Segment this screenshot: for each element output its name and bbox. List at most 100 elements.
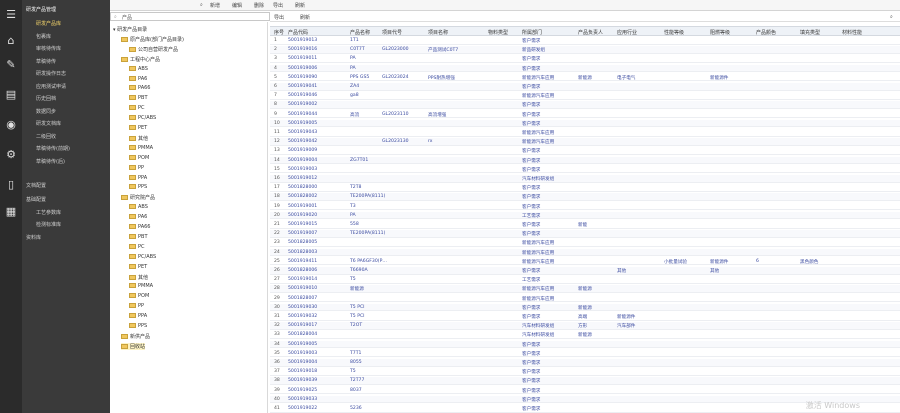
menu-icon[interactable]: ☰ [4,8,18,22]
tree-node[interactable]: POM [129,293,149,299]
column-header[interactable]: 序号 [274,29,284,36]
tree-node[interactable]: PMMA [129,144,153,151]
tree-node[interactable]: PA6 [129,75,147,82]
tree-node[interactable]: 工程中心产品 [121,56,160,63]
menu-section-library[interactable]: 资料库 [26,234,41,241]
edit-button[interactable]: 编辑 [232,2,242,9]
tree-node[interactable]: PC/ABS [129,253,156,260]
search-input[interactable]: 产品 [122,14,132,21]
table-row[interactable]: 15 5001919003 客户需求 [270,166,900,174]
table-row[interactable]: 28 5001919010 新能源 新能源汽车应用 新能源 [270,285,900,293]
search-icon[interactable]: ⌕ [200,2,203,8]
table-row[interactable]: 11 5001919043 新能源汽车应用 [270,129,900,137]
home-icon[interactable]: ⌂ [4,34,18,48]
menu-item[interactable]: 数据同步 [36,108,56,115]
menu-item[interactable]: 审核待传库 [36,45,61,52]
table-row[interactable]: 7 5001919046 ga8 新能源汽车应用 [270,92,900,100]
table-row[interactable]: 10 5001919005 客户需求 [270,119,900,128]
table-row[interactable]: 38 5001919039 T2T77 客户需求 [270,377,900,385]
table-row[interactable]: 2 5001919016 C0T7T GL2023000 产品测试C0T7 新品研发组 [270,46,900,54]
tree-node[interactable]: PMMA [129,283,153,289]
tree-node[interactable]: PA6 [129,214,147,220]
table-row[interactable]: 31 5001919032 T5 PCI 客户需求 高端 新能源件 [270,313,900,321]
menu-item[interactable]: 草稿待传(前期) [36,145,70,152]
table-row[interactable]: 37 5001919018 T5 客户需求 [270,368,900,376]
table-row[interactable]: 33 5001828004 汽车材料研发组 新能源 [270,331,900,339]
menu-section-doc[interactable]: 文档配置 [26,182,46,189]
table-row[interactable]: 5 5001919090 PPS GS5 GL2023024 PPS耐热增强 新能源汽车应… [270,74,900,82]
table-row[interactable]: 13 5001919009 客户需求 [270,147,900,155]
column-header[interactable]: 项目代号 [382,29,402,36]
table-row[interactable]: 12 5001919042 GL2023130 rx 新能源汽车应用 [270,138,900,146]
table-row[interactable]: 36 5001919004 8055 客户需求 [270,359,900,367]
table-row[interactable]: 24 5001828003 新能源汽车应用 [270,248,900,257]
tree-node[interactable]: POM [129,154,149,161]
menu-section-base[interactable]: 基础配置 [26,196,46,203]
table-row[interactable]: 39 5001919025 8037 客户需求 [270,387,900,395]
tree-node[interactable]: PET [129,263,147,270]
tree-node[interactable]: ABS [129,204,148,210]
tree-node[interactable]: PET [129,125,147,131]
tree-node[interactable]: PBT [129,233,148,240]
table-row[interactable]: 14 5001919004 ZG7T01 客户需求 [270,156,900,165]
table-row[interactable]: 1 5001919013 1T1 客户需求 [270,37,900,45]
table-row[interactable]: 9 5001919044 高流 GL2023110 高流增强 客户需求 [270,111,900,119]
tree-node[interactable]: 其他 [129,274,148,281]
grid-export-button[interactable]: 导出 [274,14,284,21]
table-row[interactable]: 23 5001828005 新能源汽车应用 [270,239,900,247]
gear-icon[interactable]: ⚙ [4,148,18,162]
tree-node[interactable]: PP [129,303,144,309]
menu-section-title[interactable]: 研发产品管理 [26,6,56,13]
tree-node[interactable]: PPS [129,323,147,329]
table-row[interactable]: 30 5001919030 T5 PCI 客户需求 新能源 [270,303,900,312]
column-header[interactable]: 项目名称 [428,29,448,36]
column-header[interactable]: 应用行业 [617,29,637,36]
tree-node[interactable]: 公司自营研发产品 [129,46,178,53]
menu-item[interactable]: 研发产品库 [36,20,61,27]
refresh-button[interactable]: 刷新 [295,2,305,9]
tree-node[interactable]: PC [129,243,145,250]
table-row[interactable]: 16 5001919012 汽车材料研发组 [270,175,900,183]
column-header[interactable]: 材料性能 [842,29,862,36]
column-header[interactable]: 所属部门 [522,29,542,36]
table-row[interactable]: 4 5001919006 PA 客户需求 [270,64,900,73]
new-button[interactable]: 新增 [210,2,220,9]
menu-item-standard[interactable]: 检测标准库 [36,221,61,228]
table-row[interactable]: 32 5001919017 T2OT 汽车材料研发组 方形 汽车部件 [270,322,900,330]
menu-item[interactable]: 草稿待传 [36,58,56,65]
table-row[interactable]: 6 5001919041 ZA4 客户需求 [270,83,900,91]
tree-node[interactable]: PPA [129,313,147,319]
column-header[interactable]: 产品代码 [288,29,308,36]
menu-item[interactable]: 二级回收 [36,133,56,140]
grid-refresh-button[interactable]: 刷新 [300,14,310,21]
table-row[interactable]: 18 5001828002 TE200PA(8111) 客户需求 [270,193,900,201]
book-icon[interactable]: ▯ [4,178,18,192]
table-row[interactable]: 21 5001919015 558 客户需求 新能 [270,221,900,229]
table-row[interactable]: 35 5001919003 T7T1 客户需求 [270,350,900,358]
table-row[interactable]: 34 5001919005 客户需求 [270,340,900,349]
database-icon[interactable]: ▤ [4,88,18,102]
table-row[interactable]: 20 5001919020 PA 工艺需求 [270,211,900,220]
tree-node[interactable]: PPS [129,184,147,190]
tree-node[interactable]: ABS [129,65,148,72]
table-row[interactable]: 3 5001919011 PA 客户需求 [270,55,900,63]
tree-node[interactable]: PPA [129,174,147,181]
table-row[interactable]: 8 5001919002 客户需求 [270,101,900,109]
menu-item[interactable]: 草稿待传(后) [36,158,65,165]
tree-node[interactable]: PC/ABS [129,115,156,121]
menu-item[interactable]: 应用测试申请 [36,83,66,90]
tree-node[interactable]: 回收站 [121,342,146,350]
menu-item[interactable]: 研发文档库 [36,120,61,127]
column-header[interactable]: 物料类型 [488,29,508,36]
table-row[interactable]: 29 5001828007 新能源汽车应用 [270,295,900,303]
table-row[interactable]: 19 5001919001 T3 客户需求 [270,203,900,211]
tree-node[interactable]: ▾ 研发产品目录 [113,26,147,33]
table-row[interactable]: 17 5001828000 T2T8 客户需求 [270,184,900,192]
menu-item[interactable]: 研发操作日志 [36,70,66,77]
globe-icon[interactable]: ◉ [4,118,18,132]
column-header[interactable]: 性能等级 [664,29,684,36]
tree-node[interactable]: 新供产品 [121,333,150,340]
column-header[interactable]: 产品名称 [350,29,370,36]
edit-icon[interactable]: ✎ [4,58,18,72]
tree-node[interactable]: 研究院产品 [121,194,155,201]
